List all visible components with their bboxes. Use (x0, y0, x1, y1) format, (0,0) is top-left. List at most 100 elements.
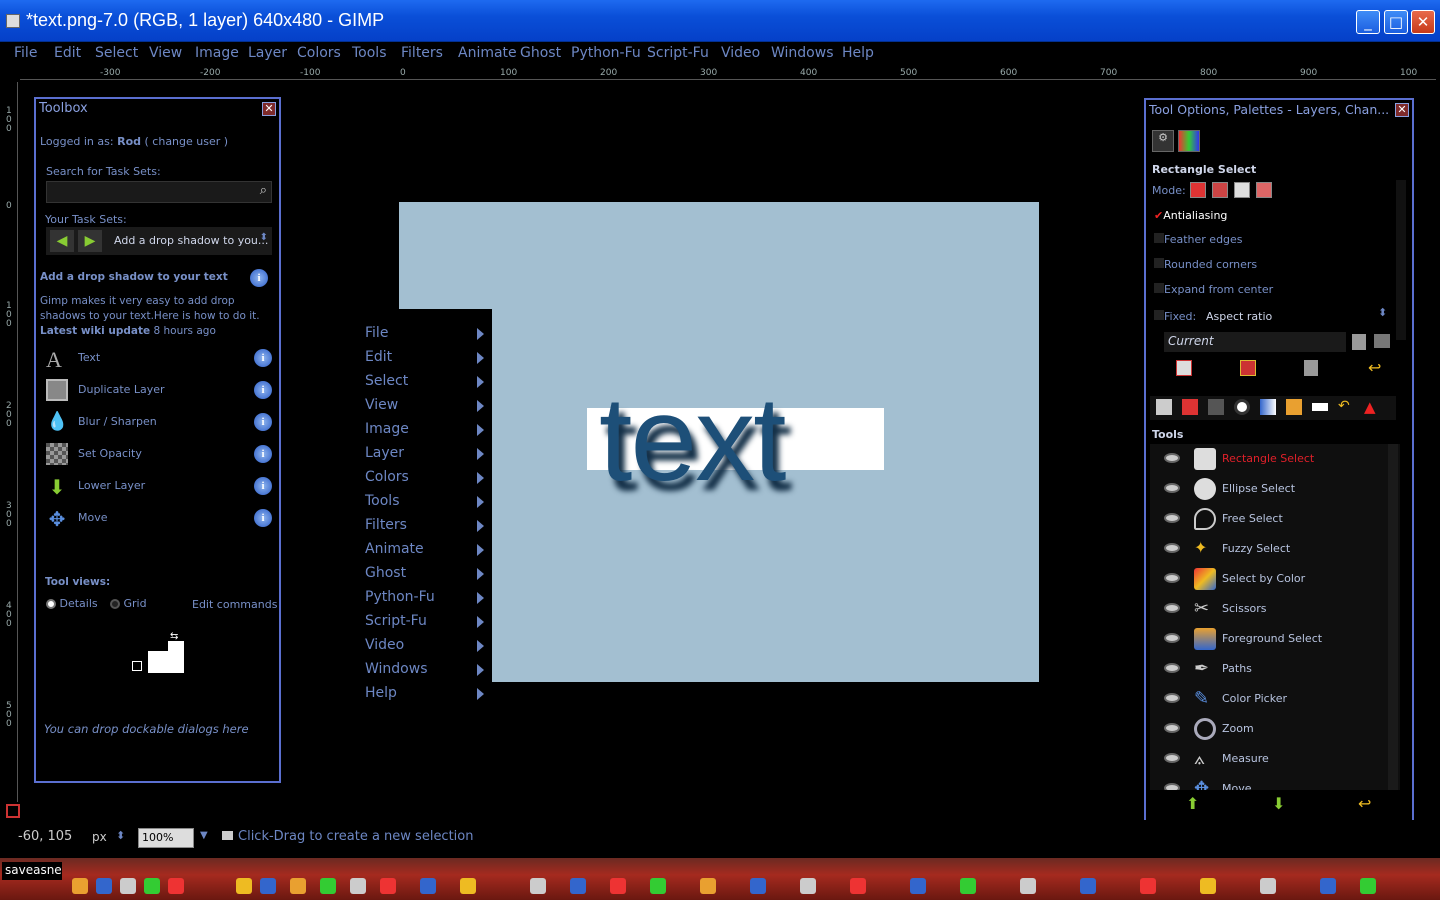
context-item-tools[interactable]: Tools (365, 493, 490, 515)
vertical-ruler[interactable]: 100 0 100 200 300 400 500 (4, 82, 18, 802)
visibility-eye-icon[interactable] (1164, 693, 1180, 703)
app-menu-icon[interactable] (6, 14, 20, 28)
menu-view[interactable]: View (149, 45, 182, 61)
menu-script-fu[interactable]: Script-Fu (647, 45, 709, 61)
menu-animate[interactable]: Animate (458, 45, 517, 61)
visibility-eye-icon[interactable] (1164, 453, 1180, 463)
previous-arrow-icon[interactable]: ◀ (50, 230, 74, 252)
quick-mask-icon[interactable] (6, 804, 20, 818)
app-icon[interactable] (530, 878, 546, 894)
tool-item-select-by-color[interactable]: Select by Color (1156, 564, 1394, 594)
menu-tools[interactable]: Tools (352, 45, 387, 61)
tool-item-free-select[interactable]: Free Select (1156, 504, 1394, 534)
options-scrollbar[interactable] (1396, 180, 1406, 340)
gradients-tab-icon[interactable] (1260, 399, 1276, 415)
info-icon[interactable]: i (254, 381, 272, 399)
task-step-duplicate-layer[interactable]: Duplicate Layer i (44, 377, 272, 405)
app-icon[interactable] (168, 878, 184, 894)
app-icon[interactable] (72, 878, 88, 894)
visibility-eye-icon[interactable] (1164, 543, 1180, 553)
menu-layer[interactable]: Layer (248, 45, 287, 61)
foreground-color-swatch[interactable] (168, 641, 184, 655)
menu-windows[interactable]: Windows (771, 45, 834, 61)
fg-bg-colors[interactable]: ⇆ (132, 631, 192, 679)
image-canvas[interactable]: text (399, 202, 1039, 682)
app-icon[interactable] (1360, 878, 1376, 894)
app-icon[interactable] (910, 878, 926, 894)
unit-select[interactable]: px (92, 830, 107, 844)
context-item-edit[interactable]: Edit (365, 349, 490, 371)
spinner-icon[interactable]: ⬍ (260, 232, 268, 243)
app-icon[interactable] (350, 878, 366, 894)
swap-colors-icon[interactable]: ⇆ (170, 631, 178, 642)
context-item-select[interactable]: Select (365, 373, 490, 395)
document-icon[interactable] (1352, 334, 1366, 350)
search-input[interactable]: ⌕ (46, 181, 272, 203)
menu-filters[interactable]: Filters (401, 45, 443, 61)
edit-commands-link[interactable]: Edit commands (192, 598, 277, 611)
default-colors-icon[interactable] (132, 661, 142, 671)
menu-python-fu[interactable]: Python-Fu (571, 45, 641, 61)
app-icon[interactable] (380, 878, 396, 894)
app-icon[interactable] (1200, 878, 1216, 894)
fixed-checkbox[interactable]: Fixed: (1154, 310, 1196, 323)
context-item-ghost[interactable]: Ghost (365, 565, 490, 587)
tool-options-close-icon[interactable]: ✕ (1395, 103, 1409, 117)
mode-intersect-icon[interactable] (1256, 182, 1272, 198)
app-icon[interactable] (1080, 878, 1096, 894)
task-step-blur-sharpen[interactable]: 💧 Blur / Sharpen i (44, 409, 272, 437)
app-icon[interactable] (320, 878, 336, 894)
app-icon[interactable] (460, 878, 476, 894)
restore-preset-icon[interactable] (1240, 360, 1256, 376)
context-item-view[interactable]: View (365, 397, 490, 419)
tool-item-ellipse-select[interactable]: Ellipse Select (1156, 474, 1394, 504)
zoom-dropdown-icon[interactable]: ▼ (200, 830, 208, 841)
app-icon[interactable] (610, 878, 626, 894)
app-icon[interactable] (800, 878, 816, 894)
info-icon[interactable]: i (254, 477, 272, 495)
close-button[interactable]: ✕ (1411, 10, 1435, 34)
palettes-tab-icon[interactable] (1178, 130, 1200, 152)
view-grid-radio[interactable]: Grid (110, 597, 147, 610)
mode-replace-icon[interactable] (1190, 182, 1206, 198)
tools-scrollbar[interactable] (1388, 444, 1398, 790)
tool-item-paths[interactable]: ✒ Paths (1156, 654, 1394, 684)
mode-subtract-icon[interactable] (1234, 182, 1250, 198)
info-icon[interactable]: i (250, 269, 268, 287)
minimize-button[interactable]: _ (1356, 10, 1380, 34)
delete-trash-icon[interactable] (1304, 360, 1318, 376)
view-details-radio[interactable]: Details (46, 597, 98, 610)
app-icon[interactable] (1320, 878, 1336, 894)
visibility-eye-icon[interactable] (1164, 753, 1180, 763)
change-user-link[interactable]: change user (152, 135, 220, 148)
brushes-tab-icon[interactable] (1234, 399, 1250, 415)
context-item-colors[interactable]: Colors (365, 469, 490, 491)
channels-tab-icon[interactable] (1182, 399, 1198, 415)
context-item-windows[interactable]: Windows (365, 661, 490, 683)
spinner-icon[interactable]: ⬍ (1378, 306, 1387, 319)
info-icon[interactable]: i (254, 349, 272, 367)
app-icon[interactable] (650, 878, 666, 894)
layers-tab-icon[interactable] (1156, 399, 1172, 415)
context-item-python-fu[interactable]: Python-Fu (365, 589, 490, 611)
app-icon[interactable] (570, 878, 586, 894)
tool-options-tab-icon[interactable]: ⚙ (1152, 130, 1174, 152)
context-item-animate[interactable]: Animate (365, 541, 490, 563)
tool-item-measure[interactable]: ⟑ Measure (1156, 744, 1394, 774)
undo-history-tab-icon[interactable]: ↶ (1338, 398, 1350, 414)
app-icon[interactable] (1260, 878, 1276, 894)
tool-item-zoom[interactable]: Zoom (1156, 714, 1394, 744)
tool-item-foreground-select[interactable]: Foreground Select (1156, 624, 1394, 654)
context-item-video[interactable]: Video (365, 637, 490, 659)
app-icon[interactable] (850, 878, 866, 894)
app-icon[interactable] (144, 878, 160, 894)
info-icon[interactable]: i (254, 509, 272, 527)
app-icon[interactable] (260, 878, 276, 894)
tool-item-move[interactable]: ✥ Move (1156, 774, 1394, 790)
patterns-tab-icon[interactable] (1286, 399, 1302, 415)
toolbox-close-icon[interactable]: ✕ (262, 102, 276, 116)
menu-help[interactable]: Help (842, 45, 874, 61)
menu-colors[interactable]: Colors (297, 45, 341, 61)
menu-select[interactable]: Select (95, 45, 138, 61)
app-icon[interactable] (290, 878, 306, 894)
